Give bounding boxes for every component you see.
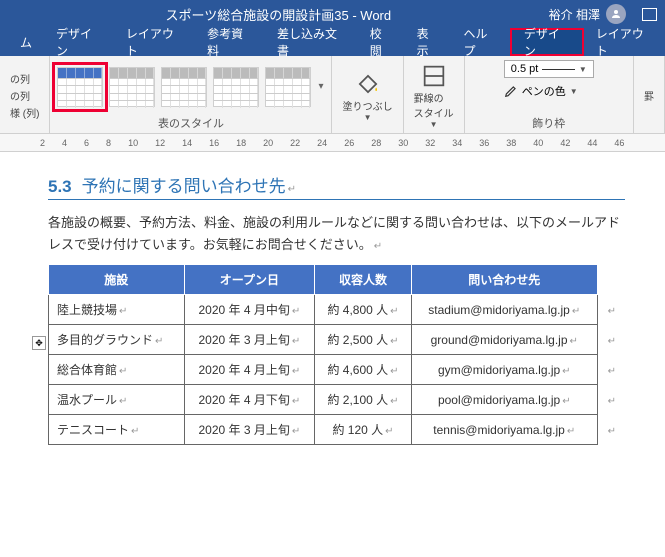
table-cell: 2020 年 3 月上旬↵ bbox=[184, 415, 315, 445]
table-cell: 温水プール↵ bbox=[49, 385, 185, 415]
table-header-cell: オープン日 bbox=[184, 265, 315, 295]
ribbon-options-icon[interactable] bbox=[642, 8, 657, 21]
ribbon: の列の列様 (列) ▾ 表のスタイル 塗りつぶし ▼ 罫線の スタイル ▼ 0.… bbox=[0, 56, 665, 134]
pen-color-button[interactable]: ペンの色 ▼ bbox=[504, 81, 578, 101]
table-header-row: 施設オープン日収容人数問い合わせ先 bbox=[49, 265, 625, 295]
bucket-icon bbox=[354, 70, 382, 98]
section-number: 5.3 bbox=[48, 177, 72, 196]
border-style-group: 罫線の スタイル ▼ bbox=[404, 56, 465, 133]
fill-button[interactable]: 塗りつぶし ▼ bbox=[338, 68, 396, 124]
table-cell: tennis@midoriyama.lg.jp↵ bbox=[411, 415, 597, 445]
column-options-group: の列の列様 (列) bbox=[0, 56, 50, 133]
table-cell: テニスコート↵ bbox=[49, 415, 185, 445]
table-cell: ↵ bbox=[597, 385, 624, 415]
section-heading: 5.3予約に関する問い合わせ先↵ bbox=[48, 172, 625, 200]
titlebar: スポーツ総合施設の開設計画35 - Word 裕介 相澤 bbox=[0, 0, 665, 28]
table-cell: ↵ bbox=[597, 295, 624, 325]
table-cell: 約 2,100 人↵ bbox=[315, 385, 412, 415]
chevron-down-icon: ▼ bbox=[430, 120, 438, 129]
user-name: 裕介 相澤 bbox=[549, 6, 600, 23]
table-row[interactable]: 温水プール↵2020 年 4 月下旬↵約 2,100 人↵pool@midori… bbox=[49, 385, 625, 415]
border-decoration-group: 0.5 pt ▼ ペンの色 ▼ 飾り枠 bbox=[465, 56, 634, 133]
table-cell: 多目的グラウンド↵ bbox=[49, 325, 185, 355]
section-title-text: 予約に関する問い合わせ先 bbox=[82, 177, 286, 196]
menu-item-9[interactable]: レイアウト bbox=[584, 28, 665, 56]
menu-item-2[interactable]: レイアウト bbox=[114, 28, 195, 56]
table-cell: ↵ bbox=[597, 355, 624, 385]
table-cell: 約 2,500 人↵ bbox=[315, 325, 412, 355]
menu-item-6[interactable]: 表示 bbox=[405, 28, 452, 56]
fill-group: 塗りつぶし ▼ bbox=[332, 56, 403, 133]
table-move-handle[interactable]: ✥ bbox=[32, 336, 46, 350]
table-style-thumb[interactable] bbox=[265, 67, 311, 107]
table-style-thumb[interactable] bbox=[109, 67, 155, 107]
user-avatar[interactable] bbox=[606, 4, 626, 24]
border-style-button[interactable]: 罫線の スタイル ▼ bbox=[410, 60, 458, 131]
table-row[interactable]: 総合体育館↵2020 年 4 月上旬↵約 4,600 人↵gym@midoriy… bbox=[49, 355, 625, 385]
table-cell: ↵ bbox=[597, 325, 624, 355]
table-cell: 約 4,800 人↵ bbox=[315, 295, 412, 325]
table-cell: 総合体育館↵ bbox=[49, 355, 185, 385]
table-cell: 2020 年 3 月上旬↵ bbox=[184, 325, 315, 355]
table-cell: 2020 年 4 月上旬↵ bbox=[184, 355, 315, 385]
border-style-icon bbox=[420, 62, 448, 90]
borders-button[interactable]: 罫 bbox=[640, 86, 658, 105]
chevron-down-icon: ▼ bbox=[364, 113, 372, 122]
menu-item-7[interactable]: ヘルプ bbox=[452, 28, 510, 56]
column-option[interactable]: の列 bbox=[10, 87, 39, 104]
table-cell: pool@midoriyama.lg.jp↵ bbox=[411, 385, 597, 415]
table-cell: ↵ bbox=[597, 415, 624, 445]
table-cell: 約 4,600 人↵ bbox=[315, 355, 412, 385]
chevron-down-icon: ▼ bbox=[579, 65, 587, 74]
table-cell: stadium@midoriyama.lg.jp↵ bbox=[411, 295, 597, 325]
section-paragraph: 各施設の概要、予約方法、料金、施設の利用ルールなどに関する問い合わせは、以下のメ… bbox=[48, 212, 625, 256]
table-row[interactable]: 多目的グラウンド↵2020 年 3 月上旬↵約 2,500 人↵ground@m… bbox=[49, 325, 625, 355]
menu-item-1[interactable]: デザイン bbox=[44, 28, 114, 56]
table-styles-group: ▾ 表のスタイル bbox=[50, 56, 332, 133]
menubar: ムデザインレイアウト参考資料差し込み文書校閲表示ヘルプデザインレイアウト bbox=[0, 28, 665, 56]
table-cell: 2020 年 4 月中旬↵ bbox=[184, 295, 315, 325]
document-area: 5.3 予約に関する問い合わせ先 ↵ 各施設の概要、予約方法、料金、施設の利用ルール… bbox=[0, 152, 665, 455]
menu-item-3[interactable]: 参考資料 bbox=[195, 28, 265, 56]
border-button-group: 罫 bbox=[634, 56, 665, 133]
table-body: 陸上競技場↵2020 年 4 月中旬↵約 4,800 人↵stadium@mid… bbox=[49, 295, 625, 445]
table-row[interactable]: テニスコート↵2020 年 3 月上旬↵約 120 人↵tennis@midor… bbox=[49, 415, 625, 445]
table-style-thumb[interactable] bbox=[213, 67, 259, 107]
table-header-cell: 施設 bbox=[49, 265, 185, 295]
column-option[interactable]: の列 bbox=[10, 70, 39, 87]
table-cell: 陸上競技場↵ bbox=[49, 295, 185, 325]
table-cell: gym@midoriyama.lg.jp↵ bbox=[411, 355, 597, 385]
table-row[interactable]: 陸上競技場↵2020 年 4 月中旬↵約 4,800 人↵stadium@mid… bbox=[49, 295, 625, 325]
table-header-cell: 収容人数 bbox=[315, 265, 412, 295]
pen-icon bbox=[504, 84, 518, 98]
menu-item-0[interactable]: ム bbox=[8, 28, 44, 56]
table-style-thumb[interactable] bbox=[161, 67, 207, 107]
document-title: スポーツ総合施設の開設計画35 - Word bbox=[8, 5, 549, 24]
styles-more-button[interactable]: ▾ bbox=[316, 79, 325, 94]
table-cell: 2020 年 4 月下旬↵ bbox=[184, 385, 315, 415]
ruler[interactable]: 2468101214161820222426283032343638404244… bbox=[0, 134, 665, 152]
border-group-label: 飾り枠 bbox=[532, 113, 565, 131]
table-styles-label: 表のスタイル bbox=[158, 113, 224, 131]
chevron-down-icon: ▼ bbox=[570, 87, 578, 96]
contact-table[interactable]: 施設オープン日収容人数問い合わせ先 陸上競技場↵2020 年 4 月中旬↵約 4… bbox=[48, 264, 625, 445]
table-cell: 約 120 人↵ bbox=[315, 415, 412, 445]
menu-item-8[interactable]: デザイン bbox=[510, 28, 584, 56]
table-cell: ground@midoriyama.lg.jp↵ bbox=[411, 325, 597, 355]
column-option[interactable]: 様 (列) bbox=[10, 104, 39, 121]
line-weight-select[interactable]: 0.5 pt ▼ bbox=[504, 60, 594, 78]
menu-item-5[interactable]: 校閲 bbox=[358, 28, 405, 56]
menu-item-4[interactable]: 差し込み文書 bbox=[265, 28, 358, 56]
table-header-cell: 問い合わせ先 bbox=[411, 265, 597, 295]
table-style-thumb[interactable] bbox=[57, 67, 103, 107]
